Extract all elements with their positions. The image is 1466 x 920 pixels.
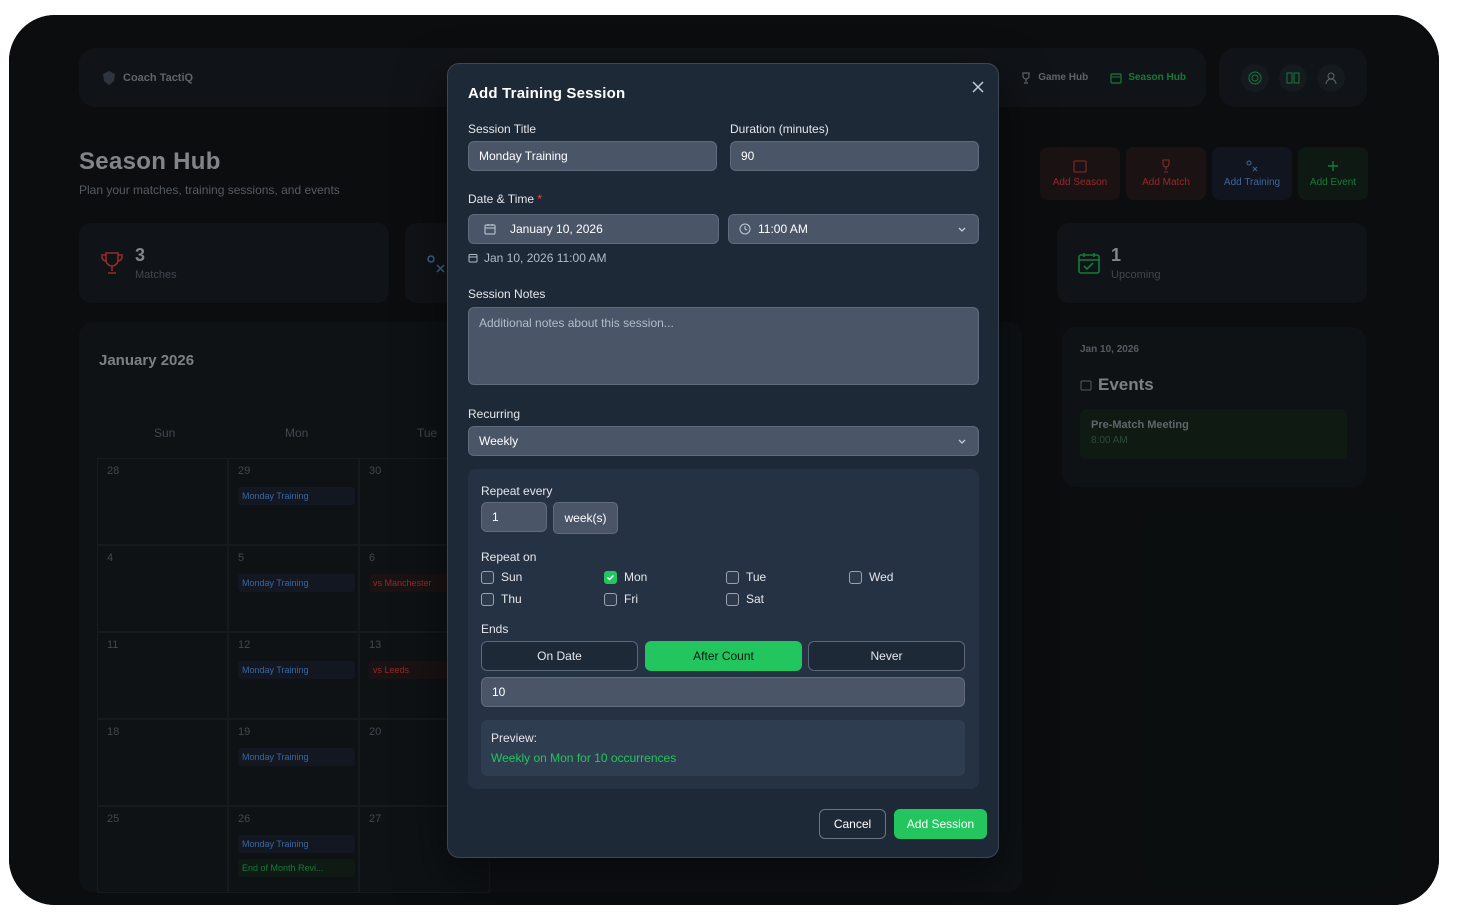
notes-textarea[interactable]: Additional notes about this session...: [468, 307, 979, 385]
checkbox-box: [726, 570, 739, 584]
date-picker[interactable]: January 10, 2026: [468, 214, 719, 244]
repeat-every-input[interactable]: 1: [481, 502, 547, 532]
duration-input[interactable]: 90: [730, 141, 979, 171]
recurring-value: Weekly: [479, 434, 519, 448]
preview-text: Weekly on Mon for 10 occurrences: [491, 751, 677, 765]
datetime-hint-text: Jan 10, 2026 11:00 AM: [484, 251, 607, 265]
checkbox-box: [481, 570, 494, 584]
notes-label: Session Notes: [468, 287, 546, 301]
date-value: January 10, 2026: [510, 222, 603, 236]
duration-label: Duration (minutes): [730, 122, 829, 136]
close-icon[interactable]: [969, 78, 987, 96]
duration-value: 90: [741, 149, 755, 163]
background-app: Coach TactiQ Game Hub Season Hub Season …: [9, 15, 1439, 905]
recurring-select[interactable]: Weekly: [468, 426, 979, 456]
ends-after-count-button[interactable]: After Count: [645, 641, 802, 671]
day-label: Sat: [746, 592, 765, 606]
cancel-button[interactable]: Cancel: [819, 809, 886, 839]
preview-label: Preview:: [491, 731, 538, 745]
session-title-label: Session Title: [468, 122, 537, 136]
occurrence-count-input[interactable]: 10: [481, 677, 965, 707]
checkbox-box: [604, 592, 617, 606]
repeat-every-value: 1: [492, 510, 499, 524]
time-value: 11:00 AM: [758, 222, 808, 236]
notes-placeholder: Additional notes about this session...: [479, 316, 674, 330]
day-checkbox-wed[interactable]: Wed: [849, 570, 893, 584]
clock-icon: [739, 223, 751, 235]
datetime-hint: Jan 10, 2026 11:00 AM: [468, 251, 607, 265]
recurring-label: Recurring: [468, 407, 521, 421]
day-label: Sun: [501, 570, 523, 584]
recurrence-options: Repeat every 1 week(s) Repeat on Sun Mon…: [468, 469, 979, 789]
add-training-modal: Add Training Session Session Title Monda…: [447, 63, 999, 858]
day-label: Tue: [746, 570, 767, 584]
day-label: Thu: [501, 592, 522, 606]
calendar-icon: [484, 224, 496, 235]
day-label: Fri: [624, 592, 638, 606]
day-label: Mon: [624, 570, 648, 584]
modal-title: Add Training Session: [468, 85, 626, 102]
ends-label: Ends: [481, 622, 509, 636]
ends-never-button[interactable]: Never: [808, 641, 965, 671]
add-session-button[interactable]: Add Session: [894, 809, 987, 839]
checkbox-box: [481, 592, 494, 606]
device-frame: Coach TactiQ Game Hub Season Hub Season …: [9, 15, 1439, 905]
day-checkbox-thu[interactable]: Thu: [481, 592, 522, 606]
checkbox-box: [726, 592, 739, 606]
repeat-every-label: Repeat every: [481, 484, 553, 498]
session-title-input[interactable]: Monday Training: [468, 141, 717, 171]
day-checkbox-fri[interactable]: Fri: [604, 592, 638, 606]
repeat-unit: week(s): [553, 502, 618, 534]
checkmark-icon: [604, 570, 617, 584]
required-mark: *: [537, 192, 543, 206]
chevron-down-icon: [958, 227, 966, 232]
day-checkbox-mon[interactable]: Mon: [604, 570, 647, 584]
chevron-down-icon: [958, 439, 966, 444]
datetime-label-text: Date & Time: [468, 192, 535, 206]
recurrence-preview: Preview: Weekly on Mon for 10 occurrence…: [481, 720, 965, 776]
day-label: Wed: [869, 570, 894, 584]
datetime-label: Date & Time *: [468, 192, 542, 206]
checkbox-box: [849, 570, 862, 584]
day-checkbox-tue[interactable]: Tue: [726, 570, 766, 584]
ends-on-date-button[interactable]: On Date: [481, 641, 638, 671]
occurrence-count-value: 10: [492, 685, 506, 699]
calendar-icon: [468, 254, 478, 263]
repeat-on-label: Repeat on: [481, 550, 537, 564]
day-checkbox-sat[interactable]: Sat: [726, 592, 764, 606]
time-select[interactable]: 11:00 AM: [728, 214, 979, 244]
day-checkbox-sun[interactable]: Sun: [481, 570, 522, 584]
session-title-value: Monday Training: [479, 149, 568, 163]
